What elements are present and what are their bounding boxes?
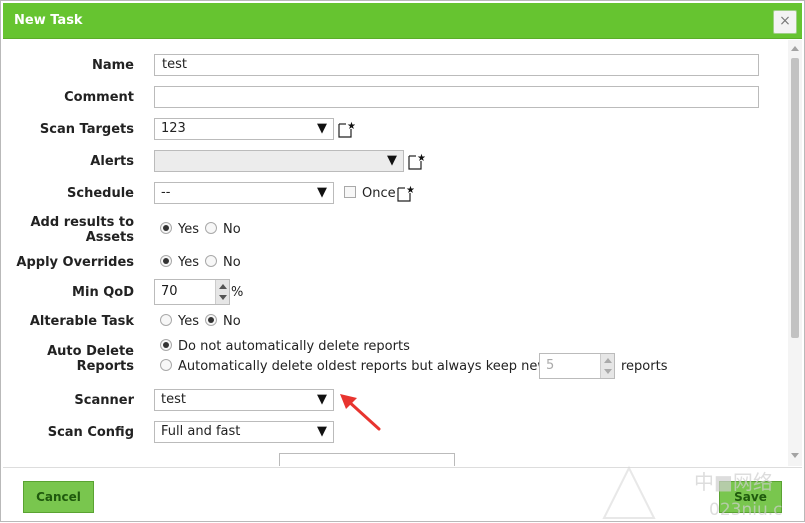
add-results-no[interactable]: No xyxy=(205,222,241,237)
close-icon: × xyxy=(779,13,791,29)
schedule-select[interactable]: -- ▼ xyxy=(154,182,334,204)
alterable-task-yes[interactable]: Yes xyxy=(160,314,199,329)
min-qod-spinner[interactable]: 70 xyxy=(154,279,230,305)
save-button[interactable]: Save xyxy=(719,481,782,513)
comment-label: Comment xyxy=(64,90,134,105)
once-option[interactable]: Once xyxy=(344,186,396,201)
scan-targets-select[interactable]: 123 ▼ xyxy=(154,118,334,140)
name-label: Name xyxy=(91,58,134,73)
auto-delete-option-none-label: Do not automatically delete reports xyxy=(178,339,410,354)
schedule-value: -- xyxy=(161,185,171,200)
apply-overrides-yes[interactable]: Yes xyxy=(160,255,199,270)
new-schedule-icon[interactable]: ★ xyxy=(397,184,414,202)
name-input[interactable]: test xyxy=(154,54,759,76)
add-results-yes-label: Yes xyxy=(178,222,199,237)
radio-selected[interactable] xyxy=(160,222,172,234)
min-qod-label: Min QoD xyxy=(72,285,134,300)
apply-overrides-no-label: No xyxy=(223,255,241,270)
add-results-label-line1: Add results to xyxy=(30,215,135,230)
add-results-yes[interactable]: Yes xyxy=(160,222,199,237)
min-qod-value: 70 xyxy=(161,284,178,299)
alterable-task-yes-label: Yes xyxy=(178,314,199,329)
close-button[interactable]: × xyxy=(773,10,797,34)
comment-input[interactable] xyxy=(154,86,759,108)
dialog-title: New Task xyxy=(14,13,83,28)
schedule-label: Schedule xyxy=(67,186,134,201)
alerts-select[interactable]: ▼ xyxy=(154,150,404,172)
scan-config-select[interactable]: Full and fast ▼ xyxy=(154,421,334,443)
spinner-down-icon[interactable] xyxy=(219,295,227,300)
auto-delete-label-line1: Auto Delete xyxy=(47,344,134,359)
radio-unselected[interactable] xyxy=(160,314,172,326)
auto-delete-option-none[interactable]: Do not automatically delete reports xyxy=(160,339,410,354)
cancel-button[interactable]: Cancel xyxy=(23,481,94,513)
auto-delete-option-keep[interactable]: Automatically delete oldest reports but … xyxy=(160,359,568,374)
dialog-footer: Cancel Save xyxy=(3,467,802,521)
svg-text:★: ★ xyxy=(417,153,425,164)
svg-text:★: ★ xyxy=(347,121,355,132)
spinner-down-icon[interactable] xyxy=(604,369,612,374)
dropdown-arrow-icon: ▼ xyxy=(317,392,327,407)
scanner-label: Scanner xyxy=(74,393,134,408)
auto-delete-keep-spinner[interactable]: 5 xyxy=(539,353,615,379)
scroll-up-icon[interactable] xyxy=(791,46,799,51)
auto-delete-keep-value: 5 xyxy=(546,358,555,373)
alterable-task-label: Alterable Task xyxy=(29,314,134,329)
auto-delete-keep-unit: reports xyxy=(621,359,668,374)
scanner-select[interactable]: test ▼ xyxy=(154,389,334,411)
dialog-content: Name test Comment Scan Targets 123 ▼ ★ A… xyxy=(3,40,802,466)
alterable-task-no-label: No xyxy=(223,314,241,329)
spinner-up-icon[interactable] xyxy=(219,284,227,289)
dialog-title-bar: New Task × xyxy=(3,3,802,39)
radio-unselected[interactable] xyxy=(160,359,172,371)
dropdown-arrow-icon: ▼ xyxy=(317,185,327,200)
scrollbar-thumb[interactable] xyxy=(791,58,799,338)
partial-field[interactable] xyxy=(279,453,455,466)
auto-delete-label: Auto Delete Reports xyxy=(47,344,134,374)
scan-config-value: Full and fast xyxy=(161,424,241,439)
radio-unselected[interactable] xyxy=(205,222,217,234)
once-label: Once xyxy=(362,186,396,201)
alerts-label: Alerts xyxy=(90,154,134,169)
alterable-task-no[interactable]: No xyxy=(205,314,241,329)
scan-targets-label: Scan Targets xyxy=(39,122,134,137)
dropdown-arrow-icon: ▼ xyxy=(387,153,397,168)
dropdown-arrow-icon: ▼ xyxy=(317,424,327,439)
apply-overrides-no[interactable]: No xyxy=(205,255,241,270)
radio-unselected[interactable] xyxy=(205,255,217,267)
new-alert-icon[interactable]: ★ xyxy=(408,152,425,170)
radio-selected[interactable] xyxy=(205,314,217,326)
scan-config-label: Scan Config xyxy=(47,425,134,440)
annotation-arrow-icon xyxy=(340,394,381,431)
new-target-icon[interactable]: ★ xyxy=(338,120,355,138)
apply-overrides-label: Apply Overrides xyxy=(16,255,134,270)
min-qod-unit: % xyxy=(231,285,244,300)
spinner-buttons[interactable] xyxy=(215,280,229,304)
add-results-label: Add results to Assets xyxy=(31,215,135,245)
radio-selected[interactable] xyxy=(160,255,172,267)
svg-text:★: ★ xyxy=(406,185,414,196)
spinner-buttons[interactable] xyxy=(600,354,614,378)
auto-delete-option-keep-label: Automatically delete oldest reports but … xyxy=(178,359,568,374)
scroll-down-icon[interactable] xyxy=(791,453,799,458)
new-task-dialog: New Task × Name test Comment Scan Target… xyxy=(0,0,805,522)
vertical-scrollbar[interactable] xyxy=(788,40,802,466)
add-results-no-label: No xyxy=(223,222,241,237)
spinner-up-icon[interactable] xyxy=(604,358,612,363)
radio-selected[interactable] xyxy=(160,339,172,351)
apply-overrides-yes-label: Yes xyxy=(178,255,199,270)
once-checkbox[interactable] xyxy=(344,186,356,198)
scanner-value: test xyxy=(161,392,186,407)
auto-delete-label-line2: Reports xyxy=(76,359,134,374)
scan-targets-value: 123 xyxy=(161,121,186,136)
add-results-label-line2: Assets xyxy=(85,230,134,245)
dropdown-arrow-icon: ▼ xyxy=(317,121,327,136)
